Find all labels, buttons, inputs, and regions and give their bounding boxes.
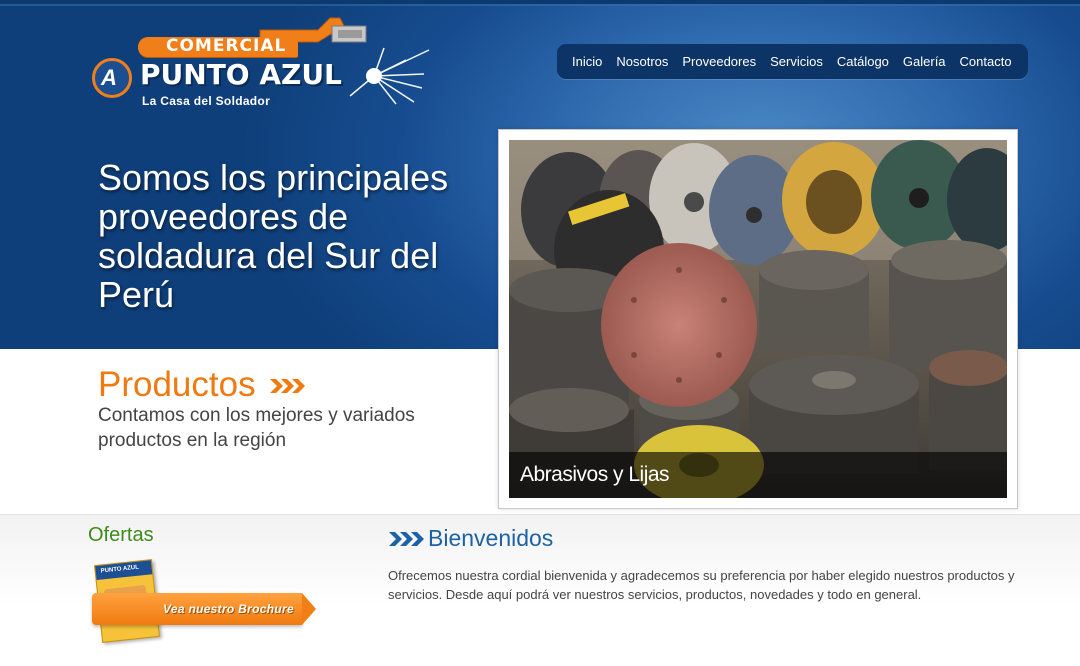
bienvenidos-title: Bienvenidos [428,525,554,551]
brochure-button[interactable]: PUNTO AZUL Vea nuestro Brochure [92,559,322,643]
brand-name: PUNTO AZUL [140,58,342,91]
brand-top-label: COMERCIAL [166,36,287,56]
ofertas-title: Ofertas [88,524,154,546]
slide-caption-bar: Abrasivos y Lijas [509,452,1007,498]
spark-icon [349,47,430,105]
nav-item-inicio[interactable]: Inicio [565,54,609,69]
triple-chevron-right-icon [270,379,305,393]
slide-image-abrasives: Abrasivos y Lijas [509,140,1007,498]
logo[interactable]: COMERCIAL A PUNTO AZUL La Casa del Solda… [88,12,438,112]
productos-title[interactable]: Productos [98,365,256,405]
brochure-button-label: Vea nuestro Brochure [163,602,294,616]
brand-monogram: A [92,58,132,98]
triple-chevron-right-icon [389,532,424,546]
nav-item-galeria[interactable]: Galería [896,54,953,69]
nav-item-proveedores[interactable]: Proveedores [675,54,763,69]
nav-item-nosotros[interactable]: Nosotros [609,54,675,69]
monogram-letter: A [101,65,117,90]
brochure-card-label: PUNTO AZUL [100,564,140,575]
abrasive-discs-illustration [509,140,1007,498]
slide-caption: Abrasivos y Lijas [520,463,670,486]
bienvenidos-text: Ofrecemos nuestra cordial bienvenida y a… [388,568,1015,602]
main-nav: Inicio Nosotros Proveedores Servicios Ca… [557,44,1028,79]
hero-title: Somos los principales proveedores de sol… [98,157,449,315]
brochure-button-bg[interactable]: Vea nuestro Brochure [92,593,316,625]
nav-item-catalogo[interactable]: Catálogo [830,54,896,69]
brand-tagline: La Casa del Soldador [142,94,271,108]
image-slider[interactable]: Abrasivos y Lijas [498,129,1018,509]
productos-description: Contamos con los mejores y variados prod… [98,405,415,451]
nav-item-contacto[interactable]: Contacto [953,54,1019,69]
nav-item-servicios[interactable]: Servicios [763,54,830,69]
